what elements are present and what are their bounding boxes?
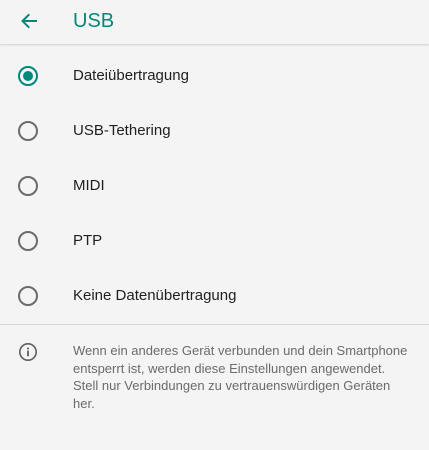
- info-text: Wenn ein anderes Gerät verbunden und dei…: [73, 343, 408, 411]
- option-label: Dateiübertragung: [73, 67, 189, 84]
- back-button[interactable]: [14, 6, 44, 36]
- option-usb-tethering[interactable]: USB-Tethering: [0, 104, 429, 159]
- radio-button[interactable]: [18, 121, 38, 141]
- divider: [0, 324, 429, 325]
- info-icon: [19, 343, 37, 361]
- arrow-left-icon: [21, 13, 37, 29]
- page-title: USB: [73, 10, 115, 32]
- app-bar: USB: [0, 0, 429, 44]
- option-label: USB-Tethering: [73, 122, 171, 139]
- radio-button-selected[interactable]: [18, 66, 38, 86]
- usb-options-list: Dateiübertragung USB-Tethering MIDI PTP …: [0, 49, 429, 324]
- option-label: PTP: [73, 232, 103, 249]
- option-label: Keine Datenübertragung: [73, 287, 237, 304]
- option-file-transfer[interactable]: Dateiübertragung: [0, 49, 429, 104]
- radio-button[interactable]: [18, 176, 38, 196]
- radio-button[interactable]: [18, 231, 38, 251]
- option-midi[interactable]: MIDI: [0, 159, 429, 214]
- option-no-data-transfer[interactable]: Keine Datenübertragung: [0, 269, 429, 324]
- radio-button[interactable]: [18, 286, 38, 306]
- option-label: MIDI: [73, 177, 105, 194]
- option-ptp[interactable]: PTP: [0, 214, 429, 269]
